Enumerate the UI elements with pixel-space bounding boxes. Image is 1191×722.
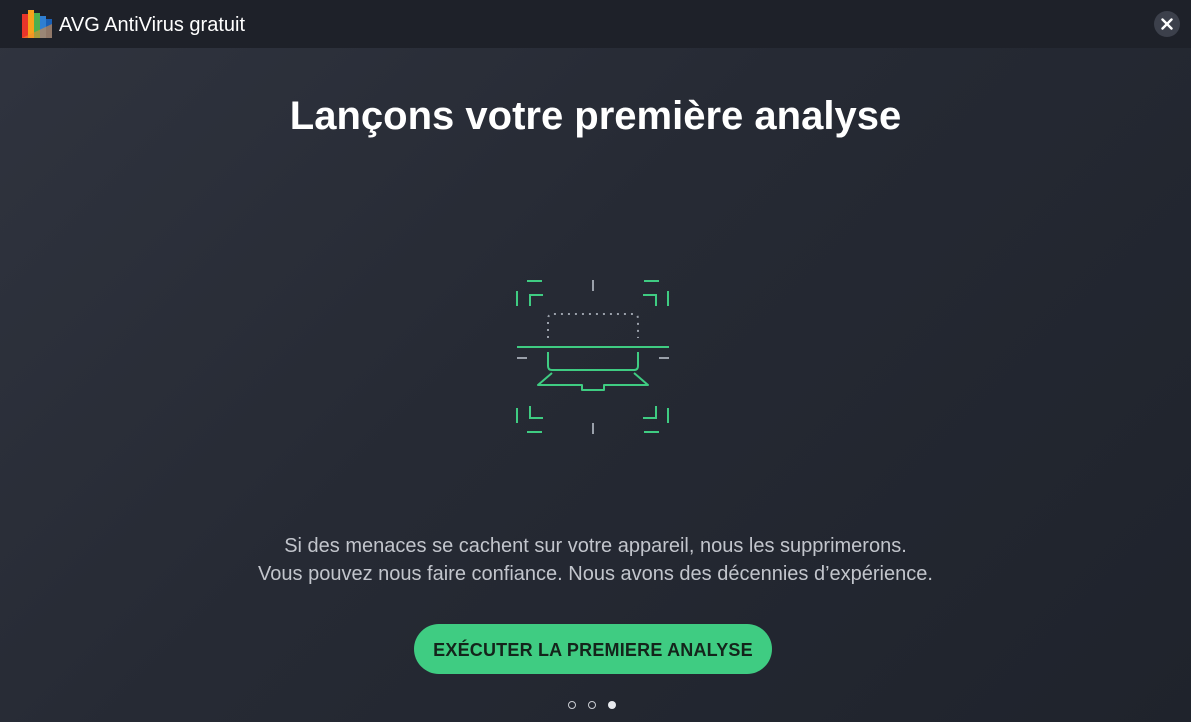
app-window: AVG AntiVirus gratuit Lançons votre prem… <box>0 0 1191 722</box>
description-line-1: Si des menaces se cachent sur votre appa… <box>284 535 907 557</box>
pager-dot-1[interactable] <box>568 701 576 709</box>
close-icon <box>1161 18 1173 30</box>
description-line-2: Vous pouvez nous faire confiance. Nous a… <box>258 563 933 585</box>
app-title: AVG AntiVirus gratuit <box>59 14 246 36</box>
laptop-scan-icon <box>516 280 669 434</box>
run-first-scan-button[interactable]: EXÉCUTER LA PREMIERE ANALYSE <box>414 624 772 674</box>
avg-logo-icon <box>22 10 52 38</box>
close-button[interactable] <box>1154 11 1180 37</box>
pager-dot-2[interactable] <box>588 701 596 709</box>
page-title: Lançons votre première analyse <box>289 94 902 138</box>
title-bar: AVG AntiVirus gratuit <box>0 0 1191 48</box>
pager-dot-3[interactable] <box>608 701 616 709</box>
pagination-dots <box>566 700 626 714</box>
